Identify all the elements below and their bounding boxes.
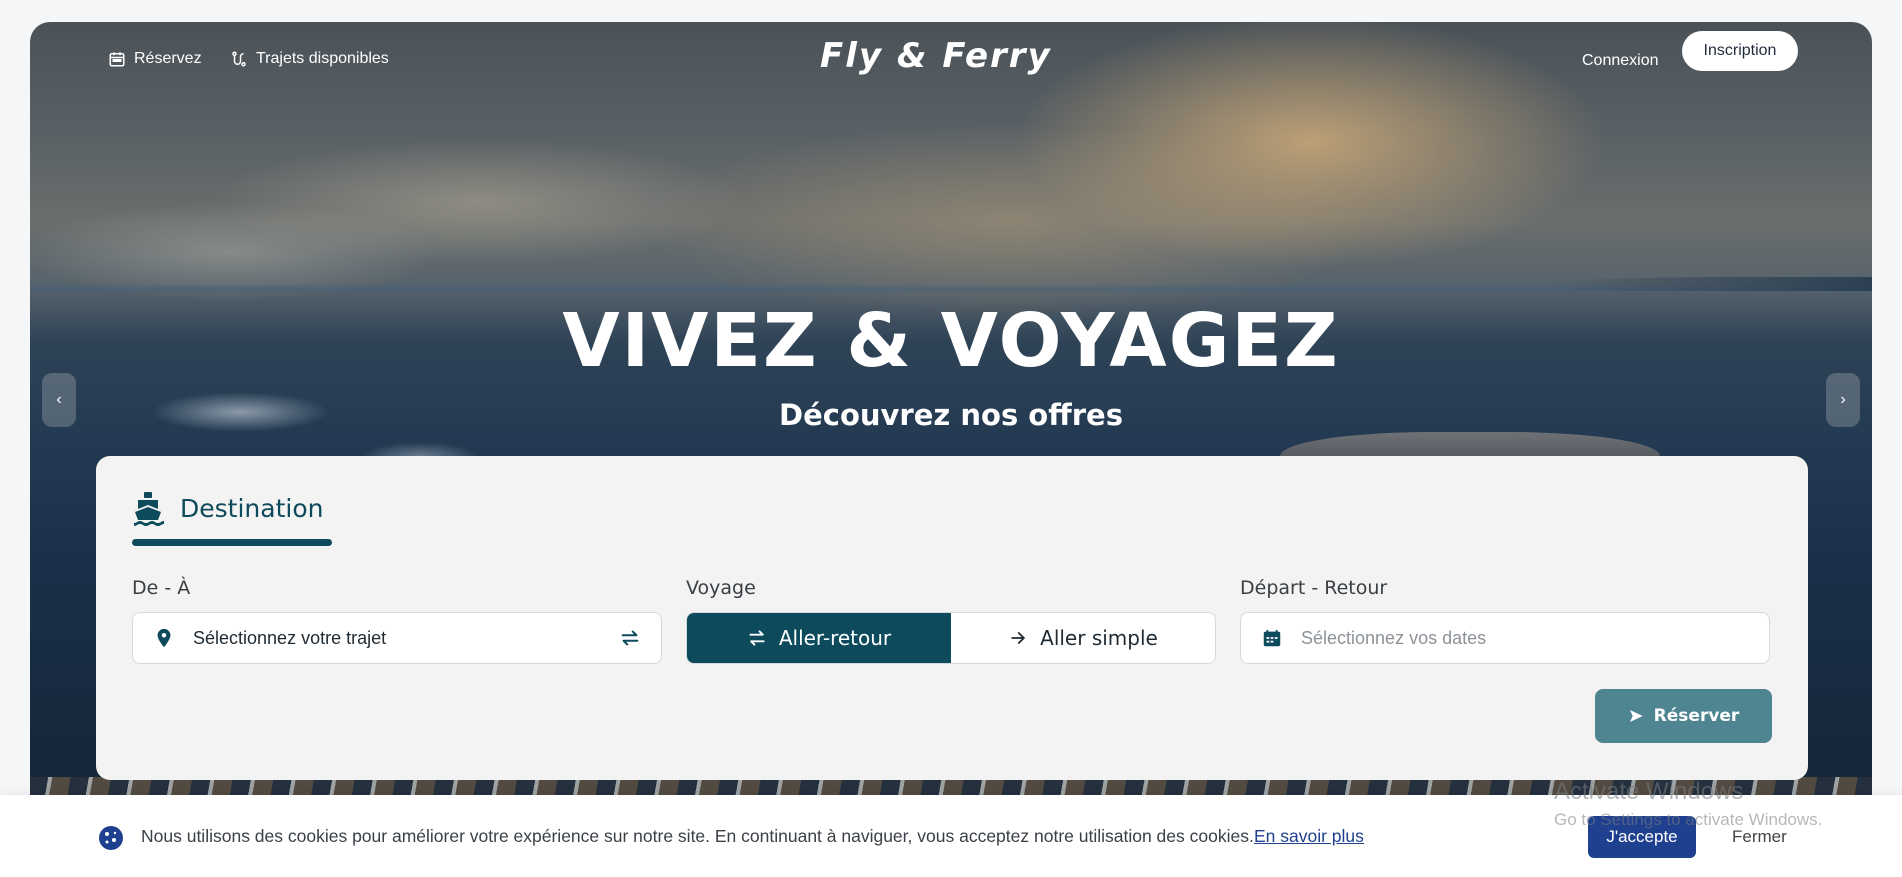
login-link[interactable]: Connexion (1582, 52, 1659, 70)
location-pin-icon (157, 628, 171, 648)
nav-trips-link[interactable]: Trajets disponibles (230, 50, 389, 68)
reserve-button[interactable]: Réserver (1595, 689, 1772, 743)
os-activation-watermark-title: Activate Windows (1554, 778, 1744, 805)
swap-icon[interactable] (619, 627, 641, 649)
trip-type-round-trip[interactable]: Aller-retour (687, 613, 951, 663)
send-icon (1629, 710, 1643, 722)
trip-type-round-trip-label: Aller-retour (778, 626, 892, 650)
route-select-value: Sélectionnez votre trajet (193, 627, 387, 648)
route-label: De - À (132, 577, 191, 599)
cookie-banner: Nous utilisons des cookies pour améliore… (0, 795, 1902, 877)
carousel-prev-button[interactable]: ‹ (42, 373, 76, 427)
dates-input[interactable]: Sélectionnez vos dates (1240, 612, 1770, 664)
chevron-right-icon: › (1840, 391, 1846, 408)
hero-distant-land (1542, 277, 1872, 291)
trip-type-label: Voyage (686, 577, 756, 599)
cookie-close-button[interactable]: Fermer (1732, 827, 1787, 847)
brand-logo[interactable]: Fly & Ferry (820, 36, 1052, 76)
hero-title: VIVEZ & VOYAGEZ (562, 298, 1340, 384)
chevron-left-icon: ‹ (56, 391, 62, 408)
active-tab-indicator (132, 539, 332, 546)
reserve-button-label: Réserver (1653, 706, 1740, 726)
trip-type-one-way-label: Aller simple (1040, 626, 1158, 650)
ship-icon (134, 492, 164, 526)
swap-arrows-icon (749, 630, 765, 646)
route-select[interactable]: Sélectionnez votre trajet (132, 612, 662, 664)
cookie-learn-more-link[interactable]: En savoir plus (1254, 826, 1364, 847)
nav-trips-label: Trajets disponibles (256, 50, 389, 67)
trip-type-toggle: Aller-retour Aller simple (686, 612, 1216, 664)
booking-panel: Destination De - À Voyage Départ - Retou… (96, 456, 1808, 780)
tab-destination[interactable]: Destination (132, 490, 323, 526)
cookie-message: Nous utilisons des cookies pour améliore… (141, 826, 1254, 846)
cookie-icon (99, 826, 123, 850)
tab-destination-label: Destination (180, 493, 324, 523)
arrow-right-icon (1011, 632, 1025, 644)
calendar-icon (1263, 629, 1281, 647)
os-activation-watermark-text: Go to Settings to activate Windows. (1554, 810, 1823, 829)
signup-button[interactable]: Inscription (1682, 31, 1798, 71)
nav-reserve-label: Réservez (134, 50, 202, 67)
calendar-icon (109, 52, 125, 67)
trip-type-one-way[interactable]: Aller simple (951, 613, 1215, 663)
nav-reserve-link[interactable]: Réservez (108, 50, 202, 68)
hero-subtitle: Découvrez nos offres (779, 398, 1123, 432)
dates-label: Départ - Retour (1240, 577, 1388, 599)
carousel-next-button[interactable]: › (1826, 373, 1860, 427)
dates-placeholder: Sélectionnez vos dates (1301, 627, 1487, 648)
route-icon (232, 51, 246, 67)
top-navigation: Réservez Trajets disponibles Fly & Ferry… (30, 22, 1872, 86)
